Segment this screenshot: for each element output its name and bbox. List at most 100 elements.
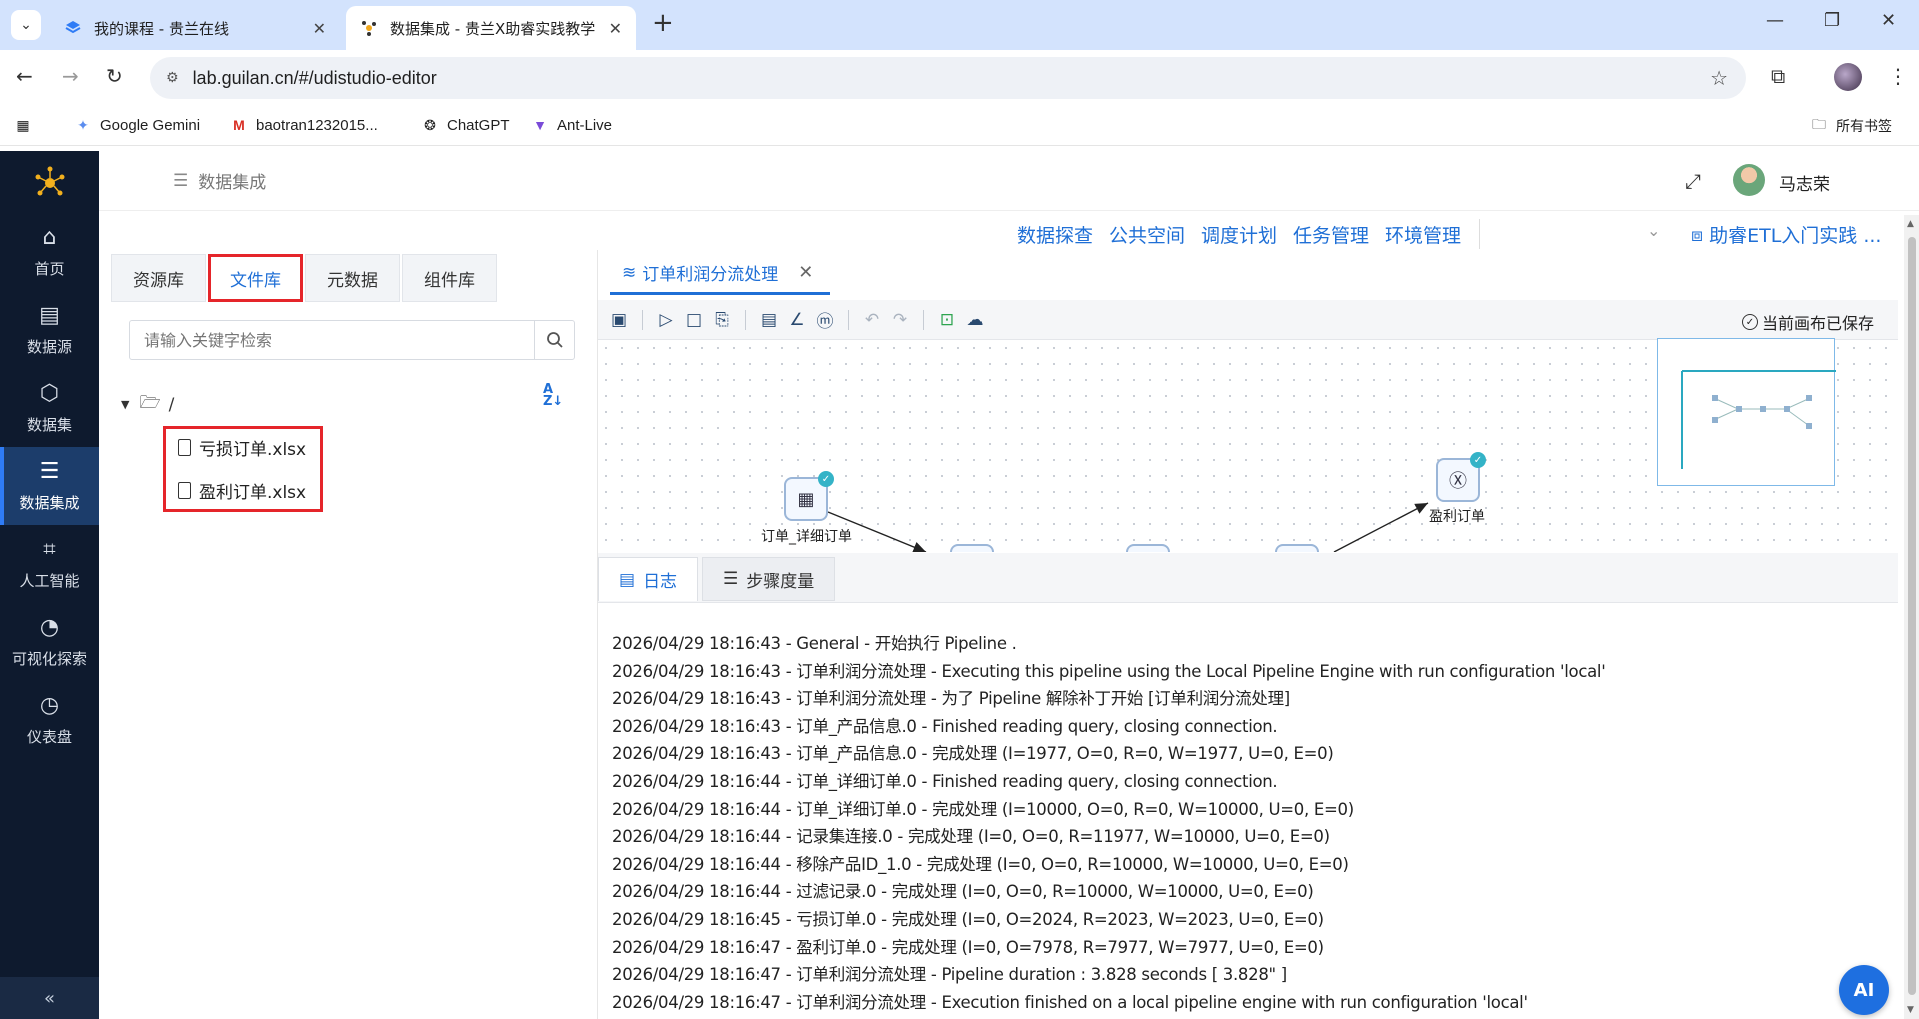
save-status: ✓ 当前画布已保存 bbox=[1741, 310, 1874, 334]
chevron-down-icon[interactable]: ⌄ bbox=[1647, 221, 1660, 240]
url-text[interactable]: lab.guilan.cn/#/udistudio-editor bbox=[193, 68, 437, 89]
close-icon[interactable]: ✕ bbox=[798, 262, 813, 283]
upload-cloud-icon[interactable]: ☁ bbox=[964, 309, 986, 331]
editor-tab-title: 订单利润分流处理 bbox=[642, 265, 779, 285]
node-label: 盈利订单 bbox=[1429, 509, 1485, 525]
apps-grid-icon[interactable]: ▦ bbox=[14, 116, 40, 134]
tree-root-folder[interactable]: ▼ 🗁 / bbox=[121, 390, 174, 419]
url-field[interactable]: ⚙ lab.guilan.cn/#/udistudio-editor ☆ bbox=[150, 57, 1746, 99]
file-name: 盈利订单.xlsx bbox=[199, 483, 307, 503]
link-env-manage[interactable]: 环境管理 bbox=[1385, 221, 1461, 248]
sidebar-item-home[interactable]: ⌂ 首页 bbox=[0, 213, 99, 291]
sidebar-item-datasource[interactable]: ▤ 数据源 bbox=[0, 291, 99, 369]
sidebar-collapse-button[interactable]: « bbox=[0, 977, 99, 1019]
fullscreen-icon[interactable]: ⤢ bbox=[1685, 169, 1701, 193]
link-data-explore[interactable]: 数据探查 bbox=[1017, 221, 1093, 248]
search-input[interactable] bbox=[130, 321, 534, 359]
user-name[interactable]: 马志荣 bbox=[1779, 170, 1830, 195]
tab-metadata[interactable]: 元数据 bbox=[305, 254, 400, 302]
stop-icon[interactable]: □ bbox=[683, 309, 705, 331]
close-icon[interactable]: ✕ bbox=[609, 19, 622, 38]
log-tabs: ▤ 日志 ☰ 步骤度量 bbox=[598, 553, 1898, 603]
sidebar-item-dataset[interactable]: ⬡ 数据集 bbox=[0, 369, 99, 447]
debug-icon[interactable]: ▤ bbox=[758, 309, 780, 331]
page-scrollbar[interactable]: ▲ ▼ bbox=[1904, 215, 1919, 1019]
caret-down-icon[interactable]: ▼ bbox=[121, 398, 129, 411]
browser-tab-courses[interactable]: 我的课程 - 贵兰在线 ✕ bbox=[50, 6, 340, 50]
bookmark-label: ChatGPT bbox=[447, 116, 510, 134]
save-icon[interactable]: ▣ bbox=[608, 309, 630, 331]
preview-icon[interactable]: ⎘ bbox=[711, 309, 733, 331]
search-button[interactable] bbox=[534, 321, 574, 359]
project-selector[interactable]: ⧈ 助睿ETL入门实践 ... bbox=[1691, 221, 1881, 248]
undo-icon[interactable]: ↶ bbox=[861, 309, 883, 331]
node-partial[interactable] bbox=[950, 544, 994, 552]
close-icon[interactable]: ✕ bbox=[313, 19, 326, 38]
new-tab-button[interactable]: + bbox=[652, 8, 674, 38]
unlock-icon[interactable]: ⊡ bbox=[936, 309, 958, 331]
editor-tab[interactable]: ≋ 订单利润分流处理 ✕ bbox=[610, 253, 830, 295]
tab-step-metrics[interactable]: ☰ 步骤度量 bbox=[702, 557, 836, 601]
scroll-up-icon[interactable]: ▲ bbox=[1907, 219, 1914, 229]
tab-search-button[interactable]: ⌄ bbox=[11, 10, 41, 40]
scroll-down-icon[interactable]: ▼ bbox=[1907, 1005, 1914, 1015]
window-close-icon[interactable]: ✕ bbox=[1881, 10, 1896, 31]
bookmark-gemini[interactable]: ✦ Google Gemini bbox=[74, 116, 200, 134]
divider bbox=[642, 309, 643, 330]
chart-icon: ◔ bbox=[39, 615, 60, 640]
all-bookmarks[interactable]: 🗀 所有书签 bbox=[1810, 116, 1892, 136]
log-line: 2026/04/29 18:16:44 - 过滤记录.0 - 完成处理 (I=0… bbox=[612, 882, 1314, 902]
bookmark-star-icon[interactable]: ☆ bbox=[1710, 66, 1728, 90]
log-output: 2026/04/29 18:16:43 - General - 开始执行 Pip… bbox=[598, 615, 1898, 1019]
tab-log[interactable]: ▤ 日志 bbox=[598, 557, 699, 601]
minimize-icon[interactable]: — bbox=[1766, 10, 1784, 31]
project-icon: ⧈ bbox=[1691, 223, 1704, 246]
link-task-manage[interactable]: 任务管理 bbox=[1293, 221, 1369, 248]
resource-panel: 资源库 文件库 元数据 组件库 ▼ 🗁 / AZ↓ 亏损订单.xlsx 盈利订单… bbox=[99, 250, 598, 1019]
sidebar-item-ai[interactable]: ⌗ 人工智能 bbox=[0, 525, 99, 603]
scroll-thumb[interactable] bbox=[1908, 237, 1916, 995]
app-logo-icon[interactable] bbox=[30, 163, 70, 203]
align-icon[interactable]: ∠ bbox=[786, 309, 808, 331]
menu-kebab-icon[interactable]: ⋮ bbox=[1888, 64, 1908, 88]
profile-avatar[interactable] bbox=[1834, 63, 1862, 91]
tab-components[interactable]: 组件库 bbox=[402, 254, 497, 302]
bookmark-gmail[interactable]: M baotran1232015... bbox=[230, 116, 378, 134]
node-partial[interactable] bbox=[1275, 544, 1319, 552]
link-public-space[interactable]: 公共空间 bbox=[1109, 221, 1185, 248]
sidebar-item-visual[interactable]: ◔ 可视化探索 bbox=[0, 603, 99, 681]
site-info-icon[interactable]: ⚙ bbox=[166, 70, 179, 86]
tab-files[interactable]: 文件库 bbox=[208, 254, 303, 302]
redo-icon[interactable]: ↷ bbox=[889, 309, 911, 331]
bookmark-chatgpt[interactable]: ❂ ChatGPT bbox=[421, 116, 510, 134]
avatar[interactable] bbox=[1733, 164, 1765, 196]
sort-az-icon[interactable]: A Z↓ bbox=[543, 383, 563, 408]
forward-icon[interactable]: → bbox=[62, 64, 79, 88]
link-schedule[interactable]: 调度计划 bbox=[1201, 221, 1277, 248]
node-profit-order[interactable]: Ⓧ ✓ bbox=[1436, 452, 1486, 502]
ai-assistant-button[interactable]: AI bbox=[1839, 965, 1889, 1015]
metrics-icon[interactable]: ⓜ bbox=[814, 309, 836, 332]
node-partial[interactable] bbox=[1126, 544, 1170, 552]
run-icon[interactable]: ▷ bbox=[655, 309, 677, 331]
back-icon[interactable]: ← bbox=[16, 64, 33, 88]
extensions-icon[interactable]: ⧉ bbox=[1771, 64, 1785, 88]
tab-label: 步骤度量 bbox=[746, 571, 815, 592]
minimap-preview bbox=[1681, 370, 1845, 469]
sidebar-item-label: 数据集成 bbox=[19, 494, 80, 512]
bookmark-antlive[interactable]: ▼ Ant-Live bbox=[531, 116, 612, 134]
log-line: 2026/04/29 18:16:43 - 订单利润分流处理 - Executi… bbox=[612, 661, 1606, 681]
file-item[interactable]: 盈利订单.xlsx bbox=[178, 478, 306, 503]
sidebar-item-label: 可视化探索 bbox=[11, 650, 87, 668]
files-highlight: 亏损订单.xlsx 盈利订单.xlsx bbox=[163, 426, 323, 512]
node-order-detail[interactable]: ▦ ✓ bbox=[784, 471, 834, 521]
tab-resource[interactable]: 资源库 bbox=[111, 254, 206, 302]
browser-tab-integration[interactable]: 数据集成 - 贵兰X助睿实践教学 ✕ bbox=[346, 6, 636, 50]
file-item[interactable]: 亏损订单.xlsx bbox=[178, 435, 306, 460]
gemini-icon: ✦ bbox=[77, 116, 89, 133]
sidebar-item-dashboard[interactable]: ◷ 仪表盘 bbox=[0, 681, 99, 759]
sidebar-item-integration[interactable]: ☰ 数据集成 bbox=[0, 447, 99, 525]
restore-icon[interactable]: ❐ bbox=[1824, 10, 1840, 31]
reload-icon[interactable]: ↻ bbox=[106, 64, 123, 88]
canvas-minimap[interactable] bbox=[1657, 338, 1845, 486]
